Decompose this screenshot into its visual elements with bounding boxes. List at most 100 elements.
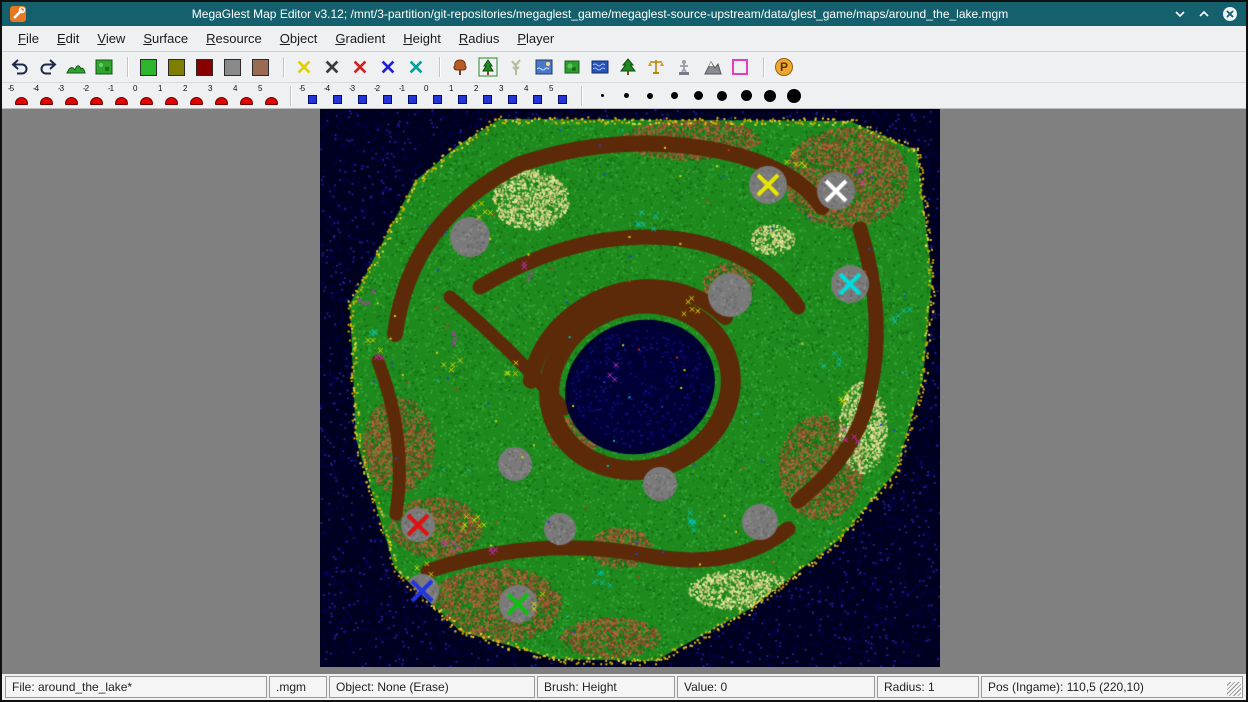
surface-grass-button[interactable]: [136, 55, 160, 79]
menu-file[interactable]: File: [10, 28, 47, 49]
gradient-blue--3[interactable]: -3: [349, 85, 371, 107]
height-red-2[interactable]: 2: [183, 85, 205, 107]
menu-surface[interactable]: Surface: [135, 28, 196, 49]
statusbar: File: around_the_lake* .mgm Object: None…: [2, 674, 1246, 700]
radius-3[interactable]: [638, 84, 662, 108]
surface-secondary-grass-button[interactable]: [164, 55, 188, 79]
status-object: Object: None (Erase): [329, 676, 535, 698]
surface-stone-button[interactable]: [220, 55, 244, 79]
radius-dot-icon: [787, 89, 801, 103]
resource-gold-button[interactable]: [292, 55, 316, 79]
close-button[interactable]: [1222, 6, 1238, 22]
surface-ground-button[interactable]: [248, 55, 272, 79]
resource-stone-button[interactable]: [320, 55, 344, 79]
resource-custom1-button[interactable]: [348, 55, 372, 79]
minimize-button[interactable]: [1174, 8, 1186, 20]
app-window: MegaGlest Map Editor v3.12; /mnt/3-parti…: [0, 0, 1248, 702]
gradient-blue-3[interactable]: 3: [499, 85, 521, 107]
player-brush-button[interactable]: P: [772, 55, 796, 79]
gradient-blue--2[interactable]: -2: [374, 85, 396, 107]
maximize-button[interactable]: [1198, 8, 1210, 20]
height-red--1[interactable]: -1: [108, 85, 130, 107]
resize-grip[interactable]: [1227, 682, 1241, 696]
menu-view[interactable]: View: [89, 28, 133, 49]
gradient-blue-0[interactable]: 0: [424, 85, 446, 107]
height-red--3[interactable]: -3: [58, 85, 80, 107]
map-canvas[interactable]: [320, 109, 940, 667]
custom1-x-icon: [351, 58, 369, 76]
radius-7[interactable]: [734, 84, 758, 108]
redo-button[interactable]: [36, 55, 60, 79]
menu-edit[interactable]: Edit: [49, 28, 87, 49]
red-mound-icon: [215, 97, 228, 105]
gradient-blue-2[interactable]: 2: [474, 85, 496, 107]
object-water-object-button[interactable]: [532, 55, 556, 79]
terrain-texture-button[interactable]: [92, 55, 116, 79]
status-radius: Radius: 1: [877, 676, 979, 698]
radius-6[interactable]: [710, 84, 734, 108]
object-bush-button[interactable]: [560, 55, 584, 79]
blue-square-icon: [333, 95, 342, 104]
menu-height[interactable]: Height: [395, 28, 449, 49]
titlebar: MegaGlest Map Editor v3.12; /mnt/3-parti…: [2, 2, 1246, 26]
object-big-tree-button[interactable]: [616, 55, 640, 79]
status-value: Value: 0: [677, 676, 875, 698]
toolbar-separator: [283, 57, 285, 77]
menu-player[interactable]: Player: [509, 28, 562, 49]
grass-texture-icon: [94, 57, 114, 77]
undo-button[interactable]: [8, 55, 32, 79]
menu-object[interactable]: Object: [272, 28, 326, 49]
red-mound-icon: [65, 97, 78, 105]
height-red-1[interactable]: 1: [158, 85, 180, 107]
blue-square-icon: [383, 95, 392, 104]
menu-gradient[interactable]: Gradient: [327, 28, 393, 49]
radius-dot-icon: [717, 91, 727, 101]
height-red-5[interactable]: 5: [258, 85, 280, 107]
radius-8[interactable]: [758, 84, 782, 108]
gradient-blue-5[interactable]: 5: [549, 85, 571, 107]
radius-4[interactable]: [662, 84, 686, 108]
red-mound-icon: [15, 97, 28, 105]
object-water-button[interactable]: [588, 55, 612, 79]
height-red--4[interactable]: -4: [33, 85, 55, 107]
terrain-hill-button[interactable]: [64, 55, 88, 79]
radius-dot-icon: [601, 94, 604, 97]
gradient-blue-1[interactable]: 1: [449, 85, 471, 107]
object-dead-tree-button[interactable]: [504, 55, 528, 79]
map-viewport[interactable]: [2, 109, 1246, 674]
radius-dot-icon: [647, 93, 653, 99]
height-red-4[interactable]: 4: [233, 85, 255, 107]
red-mound-icon: [165, 97, 178, 105]
object-mountain-button[interactable]: [700, 55, 724, 79]
menu-radius[interactable]: Radius: [451, 28, 507, 49]
surface-secondary-grass-icon: [168, 59, 185, 76]
height-red--2[interactable]: -2: [83, 85, 105, 107]
status-extension: .mgm: [269, 676, 327, 698]
radius-9[interactable]: [782, 84, 806, 108]
surface-road-button[interactable]: [192, 55, 216, 79]
object-blocking-button[interactable]: [728, 55, 752, 79]
height-red--5[interactable]: -5: [8, 85, 30, 107]
blue-square-icon: [558, 95, 567, 104]
object-autumn-tree-button[interactable]: [448, 55, 472, 79]
object-tree-button[interactable]: [476, 55, 500, 79]
object-statue-button[interactable]: [672, 55, 696, 79]
blue-square-icon: [483, 95, 492, 104]
object-scales-button[interactable]: [644, 55, 668, 79]
menu-resource[interactable]: Resource: [198, 28, 270, 49]
gradient-blue-4[interactable]: 4: [524, 85, 546, 107]
app-icon: [10, 6, 26, 22]
height-red-0[interactable]: 0: [133, 85, 155, 107]
radius-1[interactable]: [590, 84, 614, 108]
custom2-x-icon: [379, 58, 397, 76]
autumn-tree-icon: [450, 57, 470, 77]
gradient-blue--4[interactable]: -4: [324, 85, 346, 107]
resource-custom3-button[interactable]: [404, 55, 428, 79]
gold-x-icon: [295, 58, 313, 76]
radius-5[interactable]: [686, 84, 710, 108]
resource-custom2-button[interactable]: [376, 55, 400, 79]
gradient-blue--1[interactable]: -1: [399, 85, 421, 107]
gradient-blue--5[interactable]: -5: [299, 85, 321, 107]
height-red-3[interactable]: 3: [208, 85, 230, 107]
radius-2[interactable]: [614, 84, 638, 108]
